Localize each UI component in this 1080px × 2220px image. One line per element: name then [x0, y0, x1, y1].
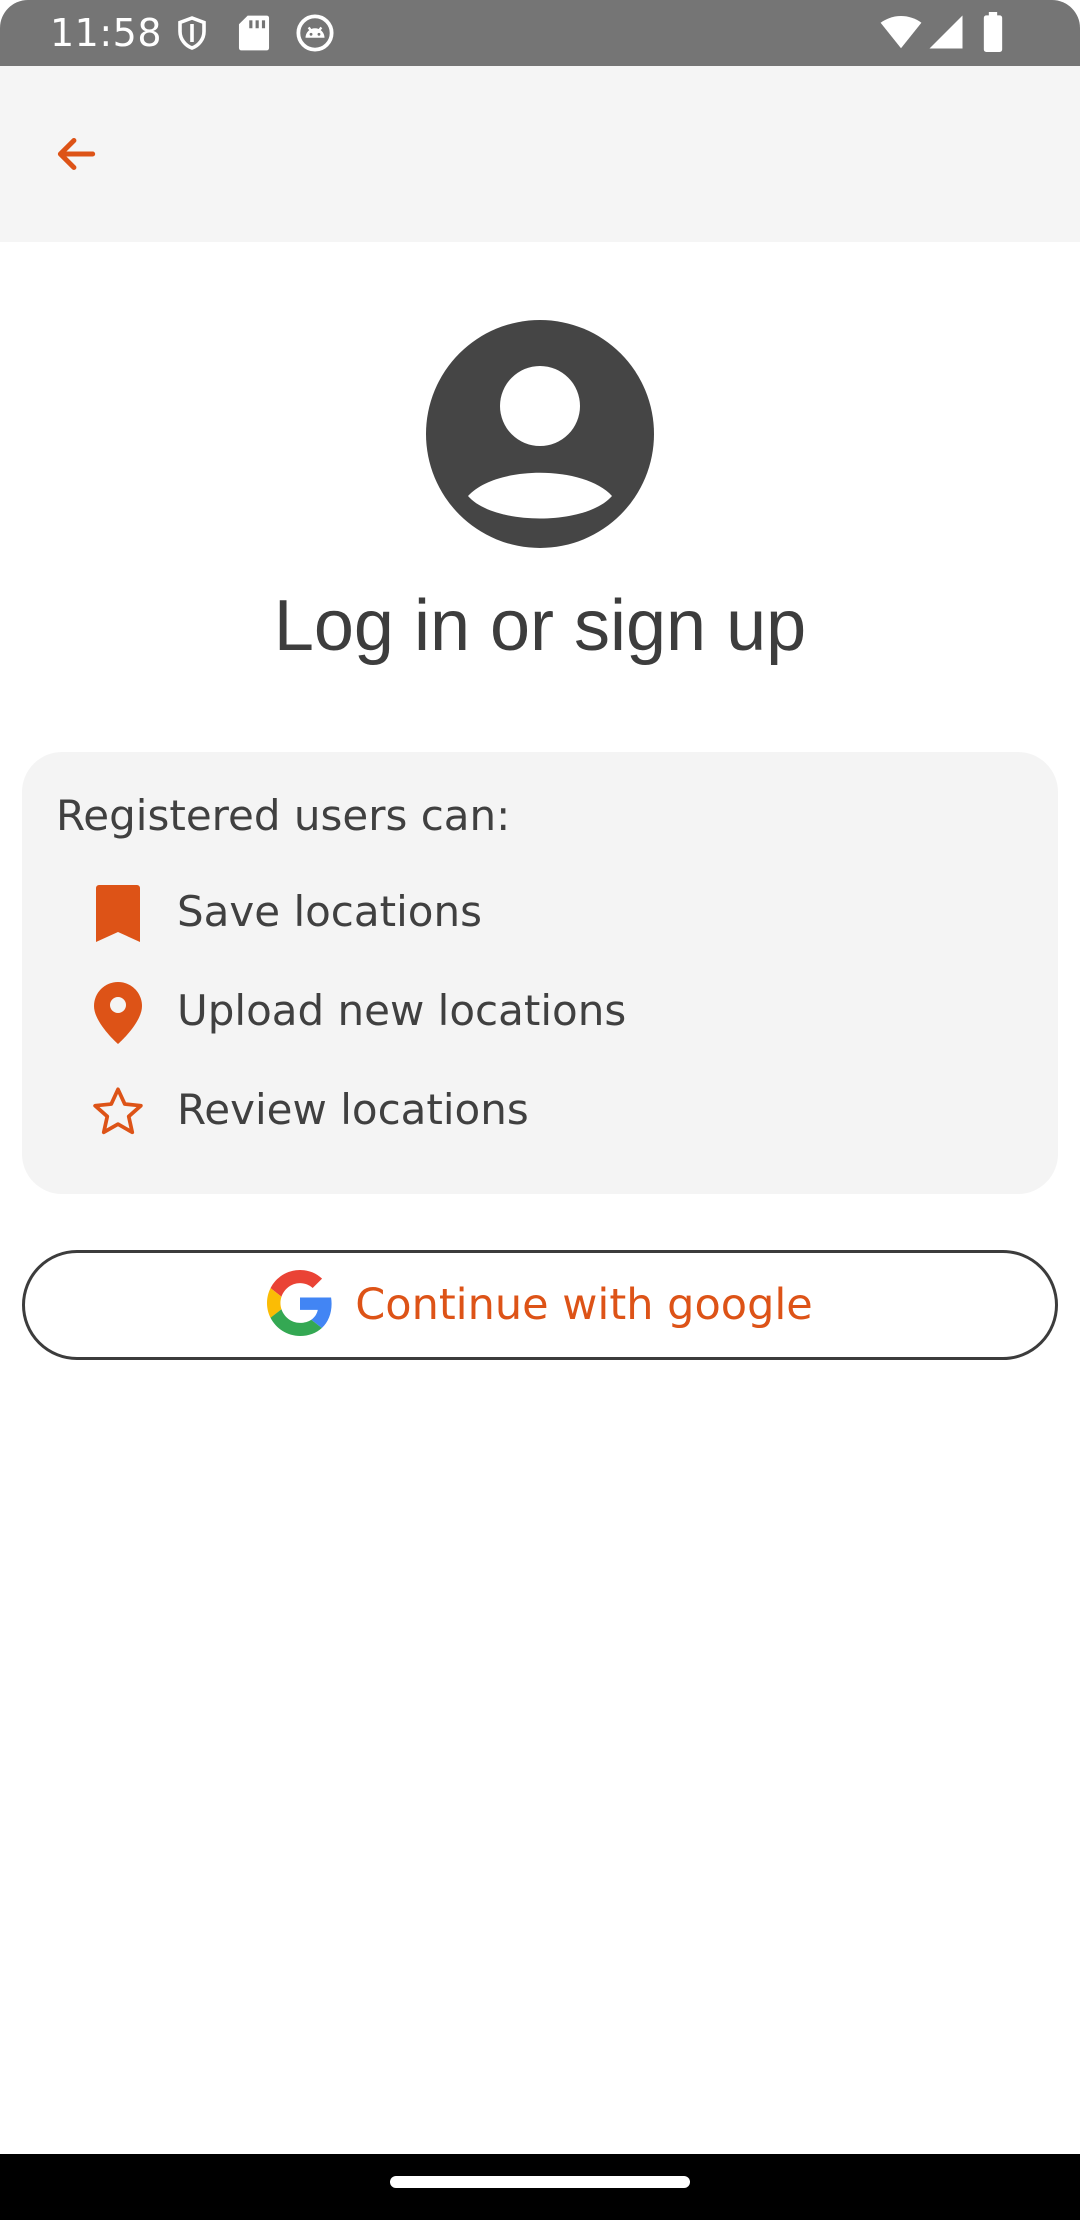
feature-item-save: Save locations — [22, 874, 1058, 954]
feature-item-review: Review locations — [22, 1072, 1058, 1152]
location-pin-icon — [86, 981, 150, 1045]
app-bar — [0, 66, 1080, 242]
sd-card-icon — [238, 14, 270, 56]
bookmark-icon — [86, 882, 150, 946]
page-title: Log in or sign up — [273, 586, 807, 666]
status-bar: 11:58 — [0, 0, 1080, 66]
wifi-icon — [880, 16, 922, 54]
feature-label: Review locations — [177, 1085, 529, 1134]
back-button[interactable] — [36, 116, 116, 196]
navigation-bar — [0, 2154, 1080, 2220]
home-gesture-handle[interactable] — [390, 2176, 690, 2188]
feature-item-upload: Upload new locations — [22, 973, 1058, 1053]
registered-benefits-card: Registered users can: Save locations Upl… — [22, 752, 1058, 1194]
arrow-back-icon — [51, 129, 101, 183]
continue-with-google-label: Continue with google — [355, 1280, 813, 1330]
feature-label: Upload new locations — [177, 986, 627, 1035]
shield-icon — [174, 14, 210, 56]
google-logo-icon — [267, 1270, 333, 1340]
benefits-heading: Registered users can: — [56, 791, 511, 840]
battery-icon — [982, 12, 1004, 56]
continue-with-google-button[interactable]: Continue with google — [22, 1250, 1058, 1360]
account-circle-icon — [426, 320, 654, 548]
signal-icon — [928, 14, 964, 54]
feature-label: Save locations — [177, 887, 482, 936]
android-debug-icon — [296, 14, 334, 56]
status-time: 11:58 — [50, 11, 163, 55]
star-outline-icon — [86, 1080, 150, 1144]
